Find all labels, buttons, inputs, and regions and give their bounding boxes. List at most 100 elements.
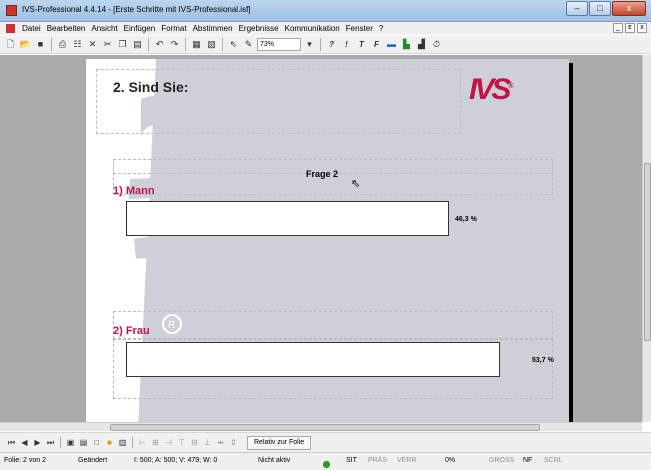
properties-icon[interactable]: ☷ [71, 38, 84, 51]
window-title: IVS-Professional 4.4.14 - [Erste Schritt… [22, 5, 251, 14]
mdi-restore-button[interactable]: ᴇ [625, 23, 635, 33]
menu-bearbeiten[interactable]: Bearbeiten [47, 24, 86, 33]
question-mark-button[interactable]: ? [325, 38, 338, 51]
pointer-icon[interactable]: ⇖ [227, 38, 240, 51]
menu-kommunikation[interactable]: Kommunikation [285, 24, 340, 33]
align-right-icon[interactable]: ⊣ [163, 437, 174, 448]
next-slide-icon[interactable]: ▶ [32, 437, 43, 448]
text-button[interactable]: T [355, 38, 368, 51]
slide-title: 2. Sind Sie: [113, 79, 189, 95]
mdi-minimize-button[interactable]: _ [613, 23, 623, 33]
menu-bar: Datei Bearbeiten Ansicht Einfügen Format… [0, 22, 651, 35]
answer-1-bar[interactable] [126, 201, 449, 236]
open-folder-icon[interactable]: 📂 [19, 38, 32, 51]
chart-wizard-icon[interactable]: ▙ [400, 38, 413, 51]
horizontal-scrollbar[interactable] [0, 422, 642, 431]
align-bottom-icon[interactable]: ⊥ [202, 437, 213, 448]
answer-2-percent: 53,7 % [532, 357, 554, 364]
main-toolbar: 🗋 📂 ■ ⎙ ☷ ✕ ✂ ❐ ▤ ↶ ↷ ▦ ▧ ⇖ ✎ 73% ▾ ? ! … [0, 36, 651, 54]
distribute-icon[interactable]: ⇹ [215, 437, 226, 448]
align-top-icon[interactable]: ⊤ [176, 437, 187, 448]
answer-1-percent: 46,3 % [455, 216, 477, 223]
menu-ansicht[interactable]: Ansicht [91, 24, 117, 33]
save-icon[interactable]: ■ [34, 38, 47, 51]
gradient-icon[interactable]: ▬ [385, 38, 398, 51]
ivs-logo: IVS® [469, 73, 514, 107]
slide-paste-icon[interactable]: ▧ [205, 38, 218, 51]
status-scrl: SCRL [544, 457, 563, 464]
svg-text:R: R [168, 320, 175, 331]
mdi-close-button[interactable]: x [637, 23, 647, 33]
paste-icon[interactable]: ▤ [131, 38, 144, 51]
answer-1-label: 1) Mann [113, 185, 155, 197]
mdi-controls: _ ᴇ x [613, 23, 647, 33]
registered-symbol-graphic: R [162, 314, 182, 334]
toolbar-separator [222, 38, 223, 51]
status-bar: Folie: 2 von 2 Geändert I: 500; A: 500; … [0, 452, 651, 470]
menu-abstimmen[interactable]: Abstimmen [193, 24, 233, 33]
new-file-icon[interactable]: 🗋 [4, 38, 17, 51]
align-left-icon[interactable]: ⊢ [137, 437, 148, 448]
slide-copy-icon[interactable]: ▦ [190, 38, 203, 51]
toolbar-separator [320, 38, 321, 51]
timer-icon[interactable]: ⏱ [430, 38, 443, 51]
format-button[interactable]: F [370, 38, 383, 51]
blank-view-icon[interactable]: □ [91, 437, 102, 448]
first-slide-icon[interactable]: ⏮ [6, 437, 17, 448]
toolbar-separator [148, 38, 149, 51]
document-icon[interactable] [6, 24, 15, 33]
app-icon [6, 5, 17, 16]
green-status-icon [323, 461, 330, 468]
pen-icon[interactable]: ✎ [242, 38, 255, 51]
close-button[interactable]: x [612, 1, 646, 16]
toolbar-separator [132, 437, 133, 448]
same-size-icon[interactable]: ⇕ [228, 437, 239, 448]
align-center-icon[interactable]: ⊞ [150, 437, 161, 448]
menu-format[interactable]: Format [161, 24, 186, 33]
print-icon[interactable]: ⎙ [56, 38, 69, 51]
bar-chart-icon[interactable]: ▟ [415, 38, 428, 51]
minimize-button[interactable]: – [566, 1, 588, 16]
toolbar-separator [51, 38, 52, 51]
copy-icon[interactable]: ❐ [116, 38, 129, 51]
question-text: Frage 2 [306, 169, 339, 179]
undo-icon[interactable]: ↶ [153, 38, 166, 51]
exclamation-button[interactable]: ! [340, 38, 353, 51]
align-middle-icon[interactable]: ⊟ [189, 437, 200, 448]
status-nicht-aktiv: Nicht aktiv [258, 457, 291, 464]
status-slide-count: Folie: 2 von 2 [4, 457, 47, 464]
answer-2-bar[interactable] [126, 342, 500, 377]
vertical-scrollbar[interactable] [642, 55, 651, 422]
last-slide-icon[interactable]: ⏭ [45, 437, 56, 448]
status-gross: GROSS [489, 457, 515, 464]
status-nf: NF [523, 457, 533, 464]
title-bar: IVS-Professional 4.4.14 - [Erste Schritt… [0, 0, 651, 22]
menu-fenster[interactable]: Fenster [346, 24, 373, 33]
layout-icon[interactable]: ▥ [117, 437, 128, 448]
toolbar-separator [60, 437, 61, 448]
outline-view-icon[interactable]: ▤ [78, 437, 89, 448]
previous-slide-icon[interactable]: ◀ [19, 437, 30, 448]
horizontal-scroll-thumb[interactable] [110, 424, 540, 431]
slide-view-icon[interactable]: ▣ [65, 437, 76, 448]
background-icon[interactable]: ■ [104, 437, 115, 448]
menu-einfuegen[interactable]: Einfügen [124, 24, 156, 33]
menu-datei[interactable]: Datei [22, 24, 41, 33]
workspace: 2. Sind Sie: IVS® Frage 2 ⇖ 1) Mann 46,3… [0, 55, 642, 422]
status-sit: SIT [346, 457, 357, 464]
menu-help[interactable]: ? [379, 24, 383, 33]
status-percent: 0% [445, 457, 456, 464]
vertical-scroll-thumb[interactable] [644, 163, 651, 341]
relativ-zur-folie-button[interactable]: Relativ zur Folie [247, 435, 312, 450]
logo-text: IVS [469, 73, 511, 106]
cut-icon[interactable]: ✂ [101, 38, 114, 51]
slide[interactable]: 2. Sind Sie: IVS® Frage 2 ⇖ 1) Mann 46,3… [86, 59, 569, 422]
menu-items: Datei Bearbeiten Ansicht Einfügen Format… [22, 24, 383, 33]
maximize-button[interactable]: □ [589, 1, 611, 16]
zoom-select[interactable]: 73% [257, 38, 301, 51]
redo-icon[interactable]: ↷ [168, 38, 181, 51]
chevron-down-icon[interactable]: ▾ [303, 38, 316, 51]
toolbar-separator [185, 38, 186, 51]
delete-icon[interactable]: ✕ [86, 38, 99, 51]
menu-ergebnisse[interactable]: Ergebnisse [239, 24, 279, 33]
